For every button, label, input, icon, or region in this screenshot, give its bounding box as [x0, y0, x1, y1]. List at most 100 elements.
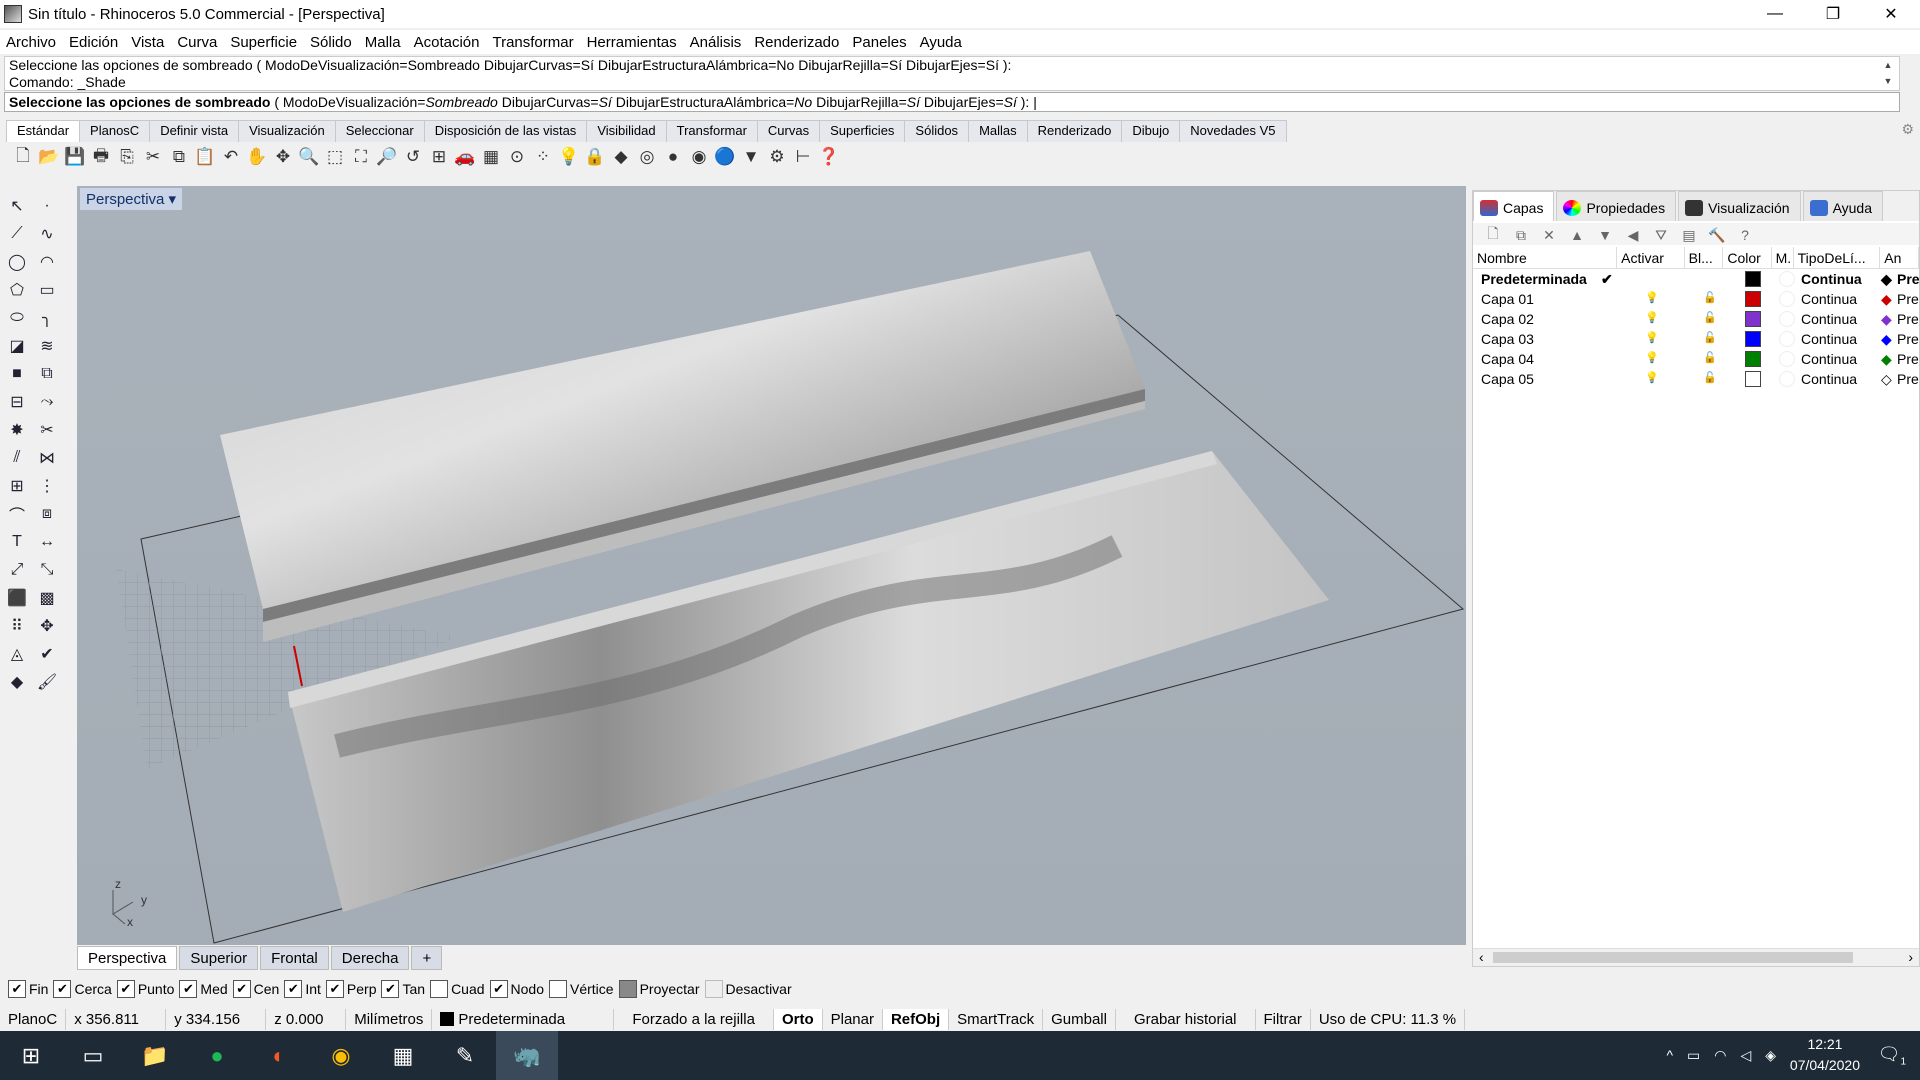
paste-icon[interactable]: 📋: [192, 145, 218, 169]
toolbar-tab[interactable]: Estándar: [6, 120, 81, 142]
toolbar-tab[interactable]: Visibilidad: [586, 120, 667, 142]
checkbox[interactable]: [549, 980, 567, 998]
print-color-icon[interactable]: ◆: [1881, 331, 1892, 348]
open-icon[interactable]: 📂: [36, 145, 62, 169]
cplane-status[interactable]: PlanoC: [0, 1008, 67, 1030]
toolbar-tab[interactable]: Transformar: [665, 120, 758, 142]
checkbox[interactable]: ✔: [284, 980, 303, 998]
layer-row[interactable]: Capa 02 💡 🔓 Continua ◆ Pre: [1473, 309, 1919, 329]
horizontal-scrollbar[interactable]: ‹ ›: [1473, 948, 1919, 966]
shade-icon[interactable]: ●: [660, 145, 686, 169]
copy-icon[interactable]: ⧉: [166, 145, 192, 169]
scroll-right-icon[interactable]: ›: [1908, 949, 1913, 965]
new-layer-icon[interactable]: 🗋: [1479, 223, 1507, 247]
toolbar-tab[interactable]: Superficies: [819, 120, 906, 142]
toolbar-tab[interactable]: Visualización: [238, 120, 336, 142]
osnap-cen[interactable]: ✔ Cen: [232, 980, 279, 998]
export-icon[interactable]: ⎘: [114, 145, 140, 169]
record-history-toggle[interactable]: Grabar historial: [1116, 1008, 1256, 1030]
maximize-button[interactable]: ❐: [1804, 0, 1862, 28]
zoom-icon[interactable]: 🔍: [296, 145, 322, 169]
print-color-icon[interactable]: ◆: [1881, 351, 1892, 368]
checkbox[interactable]: ✔: [232, 980, 251, 998]
layer-color-swatch[interactable]: [1745, 371, 1761, 387]
toolbar-tab[interactable]: PlanosC: [79, 120, 151, 142]
lock-icon[interactable]: 🔒: [582, 145, 608, 169]
scroll-down-icon[interactable]: ▼: [1881, 73, 1895, 90]
grid-snap-toggle[interactable]: Forzado a la rejilla: [614, 1008, 774, 1030]
panel-tab[interactable]: Propiedades: [1556, 191, 1677, 221]
cut-icon[interactable]: ✂: [140, 145, 166, 169]
print-icon[interactable]: 🖶: [88, 145, 114, 169]
lightbulb-icon[interactable]: 💡: [1645, 311, 1659, 324]
ellipse-icon[interactable]: ⬭: [4, 306, 30, 330]
loft-icon[interactable]: ≋: [34, 334, 60, 358]
windows-start-icon[interactable]: ⊞: [0, 1031, 62, 1080]
checkbox[interactable]: ✔: [489, 980, 508, 998]
analyze-icon[interactable]: ◬: [4, 642, 30, 666]
explode-icon[interactable]: ✸: [4, 418, 30, 442]
menu-4[interactable]: Superficie: [230, 34, 297, 51]
scroll-left-icon[interactable]: ‹: [1479, 949, 1484, 965]
undo-icon[interactable]: ↶: [218, 145, 244, 169]
arc-icon[interactable]: ◠: [34, 250, 60, 274]
unlock-icon[interactable]: 🔓: [1703, 331, 1717, 344]
new-sublayer-icon[interactable]: ⧉: [1507, 223, 1535, 247]
circle-icon[interactable]: ◯: [4, 250, 30, 274]
paint-icon[interactable]: 🖌: [34, 670, 60, 694]
menu-10[interactable]: Análisis: [690, 34, 742, 51]
cube-icon[interactable]: ⬛: [4, 586, 30, 610]
viewport-tab[interactable]: Frontal: [260, 946, 329, 970]
move-out-icon[interactable]: ◀: [1619, 223, 1647, 247]
toolbar-tab[interactable]: Dibujo: [1121, 120, 1181, 142]
four-viewports-icon[interactable]: ⊞: [426, 145, 452, 169]
column-header[interactable]: Nombre: [1473, 247, 1618, 268]
osnap-punto[interactable]: ✔ Punto: [116, 980, 174, 998]
osnap-tan[interactable]: ✔ Tan: [381, 980, 425, 998]
gumball-icon[interactable]: ✥: [34, 614, 60, 638]
menu-0[interactable]: Archivo: [6, 34, 56, 51]
circle-pt-icon[interactable]: ⊙: [504, 145, 530, 169]
osnap-desactivar[interactable]: Desactivar: [704, 980, 792, 998]
layer-row[interactable]: Capa 04 💡 🔓 Continua ◆ Pre: [1473, 349, 1919, 369]
scroll-thumb[interactable]: [1493, 952, 1853, 963]
car-icon[interactable]: 🚗: [452, 145, 478, 169]
unlock-icon[interactable]: 🔓: [1703, 291, 1717, 304]
layer-linetype[interactable]: Continua: [1801, 311, 1857, 327]
checkbox[interactable]: [430, 980, 449, 998]
surface-icon[interactable]: ◪: [4, 334, 30, 358]
delete-icon[interactable]: ✕: [1535, 223, 1563, 247]
menu-13[interactable]: Ayuda: [920, 34, 962, 51]
light-icon[interactable]: 💡: [556, 145, 582, 169]
prompt-option[interactable]: DibujarCurvas=: [498, 94, 599, 110]
boolean-icon[interactable]: ⧉: [34, 362, 60, 386]
menu-6[interactable]: Malla: [365, 34, 401, 51]
chrome-icon[interactable]: ◉: [310, 1031, 372, 1080]
print-color-icon[interactable]: ◆: [1881, 271, 1892, 288]
print-color-icon[interactable]: ◆: [1881, 291, 1892, 308]
menu-7[interactable]: Acotación: [414, 34, 480, 51]
clock[interactable]: 12:21 07/04/2020: [1790, 1034, 1860, 1076]
checkbox[interactable]: [704, 980, 723, 998]
panel-tab[interactable]: Ayuda: [1802, 191, 1884, 221]
column-header[interactable]: Bl...: [1685, 247, 1724, 268]
checkbox[interactable]: ✔: [116, 980, 135, 998]
layer-linetype[interactable]: Continua: [1801, 331, 1857, 347]
material-icon[interactable]: [1779, 331, 1795, 347]
help-icon[interactable]: ?: [1731, 223, 1759, 247]
task-view-icon[interactable]: ▭: [62, 1031, 124, 1080]
units-status[interactable]: Milímetros: [346, 1008, 433, 1030]
material-icon[interactable]: [1779, 271, 1795, 287]
prompt-option[interactable]: DibujarEstructuraAlámbrica=: [612, 94, 795, 110]
lightbulb-icon[interactable]: 💡: [1645, 351, 1659, 364]
menu-1[interactable]: Edición: [69, 34, 118, 51]
checkbox[interactable]: ✔: [53, 980, 72, 998]
wrench-icon[interactable]: 🔨: [1703, 223, 1731, 247]
layer-linetype[interactable]: Continua: [1801, 291, 1857, 307]
layer-row[interactable]: Capa 03 💡 🔓 Continua ◆ Pre: [1473, 329, 1919, 349]
gumball-toggle[interactable]: Gumball: [1043, 1008, 1116, 1030]
checkbox[interactable]: ✔: [179, 980, 198, 998]
render-icon[interactable]: ◆: [4, 670, 30, 694]
color-wheel-icon[interactable]: ◎: [634, 145, 660, 169]
layer-color-swatch[interactable]: [1745, 311, 1761, 327]
